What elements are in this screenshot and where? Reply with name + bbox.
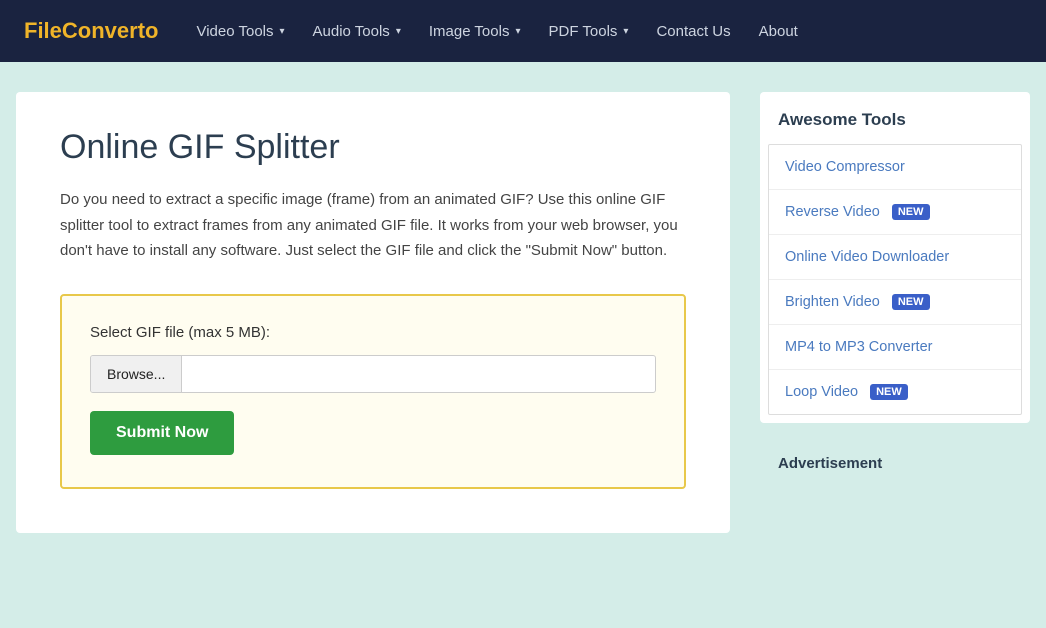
tool-item-label: Video Compressor <box>785 159 905 175</box>
sidebar-tools-title: Awesome Tools <box>760 110 1030 144</box>
nav-item-label: Image Tools <box>429 23 510 40</box>
dropdown-caret-icon: ▾ <box>623 26 628 37</box>
browse-button[interactable]: Browse... <box>91 356 182 392</box>
tool-list-item[interactable]: Loop Video NEW <box>769 370 1021 414</box>
tools-list: Video Compressor Reverse Video NEW Online V… <box>768 144 1022 415</box>
advertisement-title: Advertisement <box>760 443 1030 472</box>
new-badge: NEW <box>892 294 930 310</box>
upload-box: Select GIF file (max 5 MB): Browse... Su… <box>60 294 686 489</box>
page-description: Do you need to extract a specific image … <box>60 187 686 264</box>
new-badge: NEW <box>870 384 908 400</box>
tool-list-item[interactable]: Reverse Video NEW <box>769 190 1021 235</box>
content-card: Online GIF Splitter Do you need to extra… <box>16 92 730 533</box>
submit-button[interactable]: Submit Now <box>90 411 234 455</box>
nav-item-label: About <box>759 23 798 40</box>
main-layout: Online GIF Splitter Do you need to extra… <box>0 62 1046 563</box>
nav-item-label: Video Tools <box>196 23 273 40</box>
page-title: Online GIF Splitter <box>60 128 686 167</box>
logo-text-start: FileConvert <box>24 18 145 43</box>
tool-list-item[interactable]: Video Compressor <box>769 145 1021 190</box>
tool-item-label: Online Video Downloader <box>785 249 949 265</box>
dropdown-caret-icon: ▾ <box>280 26 285 37</box>
nav-item-label: PDF Tools <box>548 23 617 40</box>
nav-item-label: Audio Tools <box>313 23 390 40</box>
dropdown-caret-icon: ▾ <box>396 26 401 37</box>
tool-list-item[interactable]: Brighten Video NEW <box>769 280 1021 325</box>
logo[interactable]: FileConverto <box>24 18 158 44</box>
logo-highlight: o <box>145 18 158 43</box>
nav-item-pdf-tools[interactable]: PDF Tools ▾ <box>534 0 642 62</box>
tool-item-label: Reverse Video <box>785 204 880 220</box>
nav-item-contact-us[interactable]: Contact Us <box>642 0 744 62</box>
sidebar-card: Awesome Tools Video Compressor Reverse Vi… <box>760 92 1030 423</box>
navbar: FileConverto Video Tools▾Audio Tools▾Ima… <box>0 0 1046 62</box>
sidebar: Awesome Tools Video Compressor Reverse Vi… <box>760 92 1030 533</box>
dropdown-caret-icon: ▾ <box>515 26 520 37</box>
tool-item-label: MP4 to MP3 Converter <box>785 339 932 355</box>
nav-item-audio-tools[interactable]: Audio Tools ▾ <box>299 0 415 62</box>
new-badge: NEW <box>892 204 930 220</box>
tool-item-label: Brighten Video <box>785 294 880 310</box>
nav-item-image-tools[interactable]: Image Tools ▾ <box>415 0 535 62</box>
nav-item-about[interactable]: About <box>745 0 812 62</box>
tool-list-item[interactable]: MP4 to MP3 Converter <box>769 325 1021 370</box>
tool-item-label: Loop Video <box>785 384 858 400</box>
nav-item-video-tools[interactable]: Video Tools ▾ <box>182 0 298 62</box>
file-name-display <box>182 364 655 384</box>
upload-label: Select GIF file (max 5 MB): <box>90 324 656 341</box>
nav-item-label: Contact Us <box>656 23 730 40</box>
file-input-row: Browse... <box>90 355 656 393</box>
tool-list-item[interactable]: Online Video Downloader <box>769 235 1021 280</box>
